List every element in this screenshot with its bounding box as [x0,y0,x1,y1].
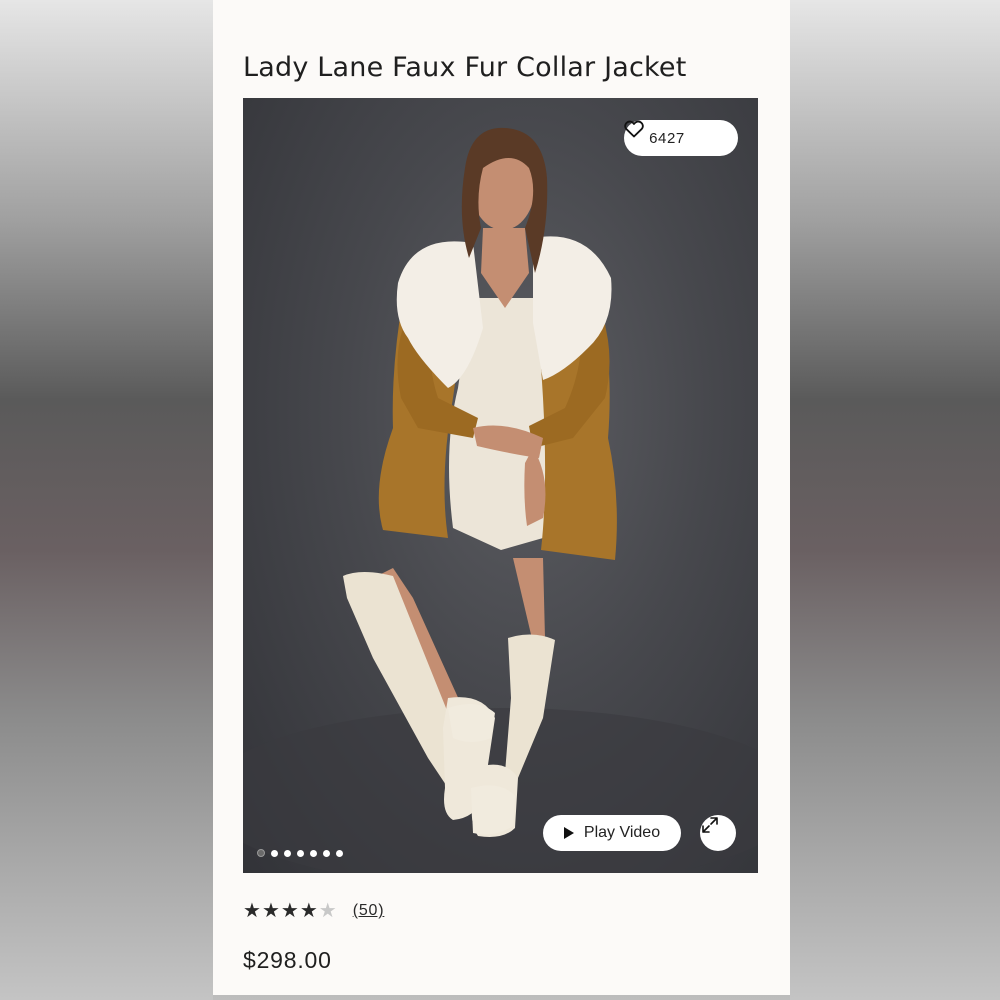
product-image-gallery[interactable]: 6427 Play Video [243,98,758,873]
play-video-label: Play Video [583,824,661,841]
blurred-backdrop-left [0,0,213,1000]
play-video-button[interactable]: Play Video [543,815,681,851]
favorite-button[interactable]: 6427 [624,120,738,156]
product-title: Lady Lane Faux Fur Collar Jacket [243,52,687,83]
star-empty-icon: ★ [318,900,337,922]
product-rating: ★ ★ ★ ★ ★ (50) [243,901,384,921]
product-card: Lady Lane Faux Fur Collar Jacket 6427 Pl… [213,0,790,995]
star-rating: ★ ★ ★ ★ ★ [243,901,337,921]
gallery-dot[interactable] [310,849,317,857]
reviews-link[interactable]: (50) [353,902,385,920]
gallery-dot[interactable] [297,849,304,857]
expand-image-button[interactable] [700,815,736,851]
gallery-dot[interactable] [323,849,330,857]
gallery-dot[interactable] [271,849,278,857]
gallery-dot[interactable] [284,849,291,857]
blurred-backdrop-right [790,0,1000,1000]
gallery-dot[interactable] [336,849,343,857]
favorite-count: 6427 [649,129,685,147]
play-icon [563,827,574,839]
star-filled-icon: ★ [243,900,261,922]
gallery-pagination [257,849,343,857]
product-price: $298.00 [243,947,332,973]
star-filled-icon: ★ [261,900,280,922]
heart-icon [624,120,713,147]
star-filled-icon: ★ [280,900,299,922]
star-filled-icon: ★ [299,900,318,922]
gallery-dot[interactable] [257,849,265,857]
product-photo [243,127,758,873]
